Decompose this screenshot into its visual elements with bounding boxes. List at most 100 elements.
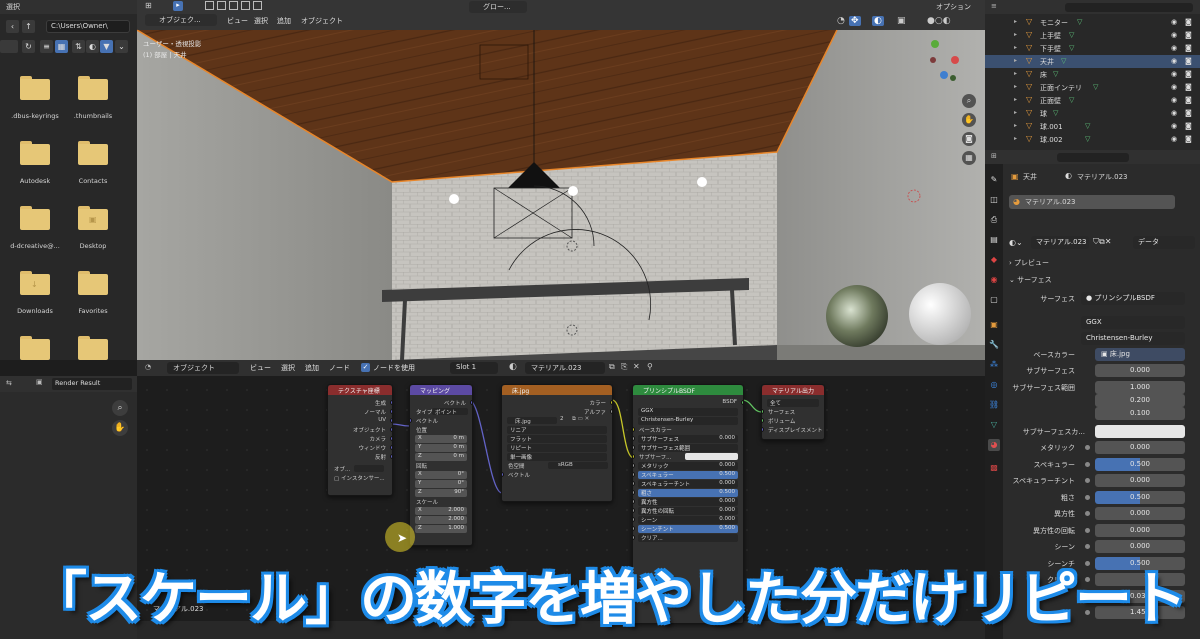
render-camera-icon[interactable]: ◙ — [1185, 44, 1192, 52]
outliner-row[interactable]: ▸ ▽ 正面壁 ▽ ◉ ◙ — [985, 94, 1200, 107]
material-browse-icon[interactable]: ◐⌄ — [1009, 238, 1023, 247]
overlays-toggle-icon[interactable]: ◐ — [872, 16, 884, 26]
xray-icon[interactable]: ▣ — [897, 16, 906, 26]
distribution-dropdown[interactable]: GGX — [633, 407, 743, 416]
bsdf-input-row[interactable]: サブサーフェス範囲 — [633, 443, 743, 452]
file-item[interactable]: Contacts — [63, 141, 123, 201]
expand-arrow-icon[interactable]: ▸ — [1014, 57, 1017, 64]
file-item[interactable]: ▣ Desktop — [63, 206, 123, 266]
rotation-z[interactable]: Z 90° — [410, 488, 472, 497]
editor-type-icon[interactable]: ⇆ — [6, 379, 12, 387]
filter-icon[interactable]: ▼ — [100, 40, 113, 53]
input-volume[interactable]: ボリューム — [762, 416, 824, 425]
subsurface-radius-y[interactable]: 0.200 — [1095, 394, 1185, 407]
param-field[interactable]: 0.500 — [1095, 457, 1185, 471]
menu-add[interactable]: 追加 — [305, 363, 319, 373]
view-layer-tab-icon[interactable]: ▤ — [988, 234, 1000, 246]
expand-arrow-icon[interactable]: ▸ — [1014, 70, 1017, 77]
param-field[interactable]: 0.000 — [1095, 474, 1185, 487]
outliner-row[interactable]: ▸ ▽ 上手壁 ▽ ◉ ◙ — [985, 29, 1200, 42]
world-tab-icon[interactable]: ◉ — [988, 274, 1000, 286]
image-icon[interactable]: ▣ — [36, 378, 43, 386]
expand-arrow-icon[interactable]: ▸ — [1014, 44, 1017, 51]
output-target-dropdown[interactable]: 全て — [762, 398, 824, 407]
surface-panel-header[interactable]: ⌄ サーフェス — [1009, 275, 1052, 285]
eye-icon[interactable]: ◉ — [1171, 109, 1177, 117]
use-nodes-checkbox[interactable]: ✓ — [361, 363, 370, 372]
texture-tab-icon[interactable]: ▩ — [988, 462, 1000, 474]
source-dropdown[interactable]: 単一画像 — [502, 452, 612, 461]
outliner-row[interactable]: ▸ ▽ 床 ▽ ◉ ◙ — [985, 68, 1200, 81]
render-camera-icon[interactable]: ◙ — [1185, 135, 1192, 143]
material-actions-icon[interactable]: ⛉⧉✕ — [1093, 237, 1111, 247]
distribution-dropdown[interactable]: GGX — [1081, 316, 1185, 329]
material-slot-list[interactable]: ◕ マテリアル.023 — [1009, 195, 1175, 209]
physics-tab-icon[interactable]: ◎ — [988, 379, 1000, 391]
file-item[interactable]: Favorites — [63, 271, 123, 331]
node-image-texture[interactable]: 床.jpg カラー アルファ 床.jpg 2 ⧉ ▭ ✕ リニア フラット リピート… — [501, 384, 613, 502]
expand-arrow-icon[interactable]: ▸ — [1014, 83, 1017, 90]
hand-pan-icon[interactable]: ✋ — [112, 420, 128, 436]
output-alpha[interactable]: アルファ — [502, 407, 612, 416]
thumbnail-view-icon[interactable]: ▦ — [55, 40, 68, 53]
new-folder-icon[interactable] — [0, 40, 18, 53]
transform-orientation-dropdown[interactable]: グロー... — [469, 1, 527, 13]
subsurface-radius-x[interactable]: 1.000 — [1095, 381, 1185, 394]
location-y[interactable]: Y0 m — [410, 443, 472, 452]
output-reflection[interactable]: 反射 — [328, 452, 392, 461]
input-vector[interactable]: ベクトル — [502, 470, 612, 479]
editor-type-icon[interactable]: ≡ — [991, 2, 997, 10]
image-actions-icon[interactable]: ⧉ ▭ ✕ — [572, 416, 589, 423]
zoom-icon[interactable]: ⌕ — [112, 400, 128, 416]
duplicate-icon[interactable]: ⧉ — [609, 362, 615, 372]
projection-dropdown[interactable]: フラット — [502, 434, 612, 443]
bsdf-input-row[interactable]: シーン 0.000 — [633, 515, 743, 524]
render-camera-icon[interactable]: ◙ — [1185, 109, 1192, 117]
outliner-row[interactable]: ▸ ▽ 下手壁 ▽ ◉ ◙ — [985, 42, 1200, 55]
render-camera-icon[interactable]: ◙ — [1185, 122, 1192, 130]
select-box-icon[interactable] — [205, 1, 214, 10]
colorspace-dropdown[interactable]: 色空間 sRGB — [502, 461, 612, 470]
pin-icon[interactable]: ⚲ — [647, 362, 653, 371]
sort-icon[interactable]: ⇅ — [72, 40, 85, 53]
node-texture-coordinate[interactable]: テクスチャ座標 生成 ノーマル UV オブジェクト カメラ ウィンドウ 反射 オ… — [327, 384, 393, 496]
bsdf-input-row[interactable]: メタリック 0.000 — [633, 461, 743, 470]
hidden-files-icon[interactable]: ◐ — [86, 40, 99, 53]
output-object[interactable]: オブジェクト — [328, 425, 392, 434]
subsurface-method-dropdown[interactable]: Christensen-Burley — [1081, 332, 1185, 345]
shading-mode-icon[interactable]: ●○◐ — [927, 16, 951, 26]
menu-node[interactable]: ノード — [329, 363, 350, 373]
editor-type-icon[interactable]: ⊞ — [991, 152, 997, 160]
properties-search-input[interactable] — [1057, 153, 1129, 162]
parent-folder-icon[interactable]: ↑ — [22, 20, 35, 33]
viewport-scene[interactable] — [137, 0, 985, 360]
material-icon[interactable]: ◐ — [509, 362, 517, 372]
scale-x[interactable]: X 2.000 — [410, 506, 472, 515]
bsdf-input-row[interactable]: 粗さ 0.500 — [633, 488, 743, 497]
input-displacement[interactable]: ディスプレイスメント — [762, 425, 824, 434]
material-tab-icon[interactable]: ◕ — [988, 439, 1000, 451]
menu-view[interactable]: ビュー — [250, 363, 271, 373]
hand-pan-icon[interactable]: ✋ — [962, 113, 976, 127]
outliner-row[interactable]: ▸ ▽ 球.001 ▽ ◉ ◙ — [985, 120, 1200, 133]
expand-arrow-icon[interactable]: ▸ — [1014, 109, 1017, 116]
bsdf-input-row[interactable]: サブサーフ... — [633, 452, 743, 461]
input-vector[interactable]: ベクトル — [410, 416, 472, 425]
subsurface-radius-z[interactable]: 0.100 — [1095, 407, 1185, 420]
base-color-field[interactable]: ▣ 床.jpg — [1095, 348, 1185, 361]
node-material-output[interactable]: マテリアル出力 全て サーフェス ボリューム ディスプレイスメント — [761, 384, 825, 440]
eye-icon[interactable]: ◉ — [1171, 83, 1177, 91]
image-selector[interactable]: 床.jpg 2 ⧉ ▭ ✕ — [502, 416, 612, 425]
object-field[interactable]: オブ... — [328, 464, 392, 473]
select-intersect-icon[interactable] — [253, 1, 262, 10]
bsdf-input-row[interactable]: スペキュラーチント 0.000 — [633, 479, 743, 488]
slot-dropdown[interactable]: Slot 1 — [450, 362, 498, 374]
render-camera-icon[interactable]: ◙ — [1185, 57, 1192, 65]
param-field[interactable]: 0.500 — [1095, 490, 1185, 504]
select-invert-icon[interactable] — [241, 1, 250, 10]
instancer-checkbox[interactable]: ▢ インスタンサー... — [328, 473, 392, 482]
render-tab-icon[interactable]: ◫ — [988, 194, 1000, 206]
editor-type-icon[interactable]: ◔ — [145, 363, 151, 371]
constraints-tab-icon[interactable]: ⛓ — [988, 399, 1000, 411]
rotation-y[interactable]: Y 0° — [410, 479, 472, 488]
